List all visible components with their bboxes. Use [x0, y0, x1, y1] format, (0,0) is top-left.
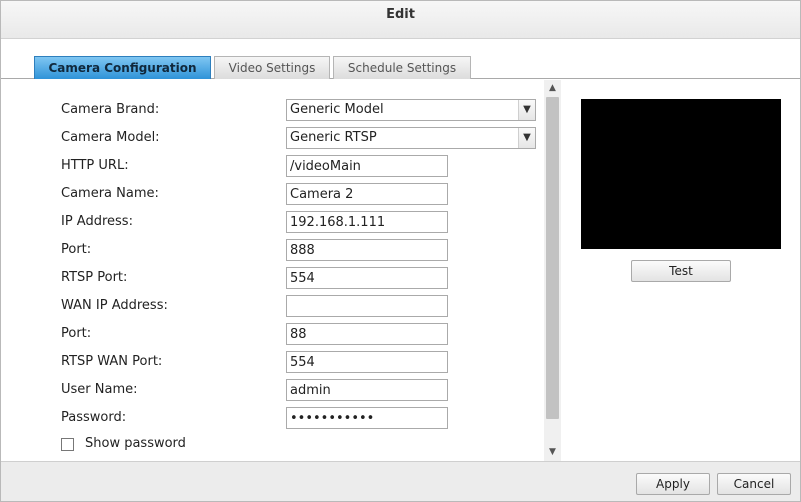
- camera-name-label: Camera Name:: [61, 186, 159, 201]
- wan-ip-address-input[interactable]: [286, 295, 448, 317]
- wan-port-input[interactable]: [286, 323, 448, 345]
- camera-name-input[interactable]: [286, 183, 448, 205]
- wan-ip-address-label: WAN IP Address:: [61, 298, 168, 313]
- password-label: Password:: [61, 410, 127, 425]
- cancel-button[interactable]: Cancel: [717, 473, 791, 495]
- camera-brand-label: Camera Brand:: [61, 102, 160, 117]
- camera-preview: [581, 99, 781, 249]
- user-name-label: User Name:: [61, 382, 138, 397]
- scroll-down-icon[interactable]: ▼: [544, 444, 561, 461]
- rtsp-wan-port-label: RTSP WAN Port:: [61, 354, 163, 369]
- form-scrollbar[interactable]: ▲ ▼: [544, 80, 561, 461]
- camera-model-value: Generic RTSP: [290, 130, 377, 145]
- camera-model-label: Camera Model:: [61, 130, 160, 145]
- rtsp-port-input[interactable]: [286, 267, 448, 289]
- http-url-input[interactable]: [286, 155, 448, 177]
- port-input[interactable]: [286, 239, 448, 261]
- port-label: Port:: [61, 242, 92, 257]
- scroll-up-icon[interactable]: ▲: [544, 80, 561, 97]
- chevron-down-icon[interactable]: ▼: [518, 128, 535, 148]
- camera-brand-select[interactable]: Generic Model ▼: [286, 99, 536, 121]
- show-password-checkbox[interactable]: [61, 438, 74, 451]
- show-password-label: Show password: [85, 436, 186, 451]
- dialog-title: Edit: [1, 1, 800, 39]
- dialog-footer: Apply Cancel: [1, 461, 800, 501]
- camera-brand-value: Generic Model: [290, 102, 384, 117]
- ip-address-label: IP Address:: [61, 214, 133, 229]
- camera-model-select[interactable]: Generic RTSP ▼: [286, 127, 536, 149]
- wan-port-label: Port:: [61, 326, 92, 341]
- edit-dialog: Edit Camera Configuration Video Settings…: [0, 0, 801, 502]
- tab-video-settings[interactable]: Video Settings: [214, 56, 330, 79]
- ip-address-input[interactable]: [286, 211, 448, 233]
- apply-button[interactable]: Apply: [636, 473, 710, 495]
- password-input[interactable]: [286, 407, 448, 429]
- chevron-down-icon[interactable]: ▼: [518, 100, 535, 120]
- tab-strip: Camera Configuration Video Settings Sche…: [1, 39, 800, 79]
- tab-content: Camera Brand: Generic Model ▼ Camera Mod…: [1, 80, 800, 461]
- user-name-input[interactable]: [286, 379, 448, 401]
- rtsp-wan-port-input[interactable]: [286, 351, 448, 373]
- tab-schedule-settings[interactable]: Schedule Settings: [333, 56, 471, 79]
- tab-camera-configuration[interactable]: Camera Configuration: [34, 56, 211, 79]
- rtsp-port-label: RTSP Port:: [61, 270, 128, 285]
- scrollbar-thumb[interactable]: [546, 97, 559, 419]
- test-button[interactable]: Test: [631, 260, 731, 282]
- http-url-label: HTTP URL:: [61, 158, 129, 173]
